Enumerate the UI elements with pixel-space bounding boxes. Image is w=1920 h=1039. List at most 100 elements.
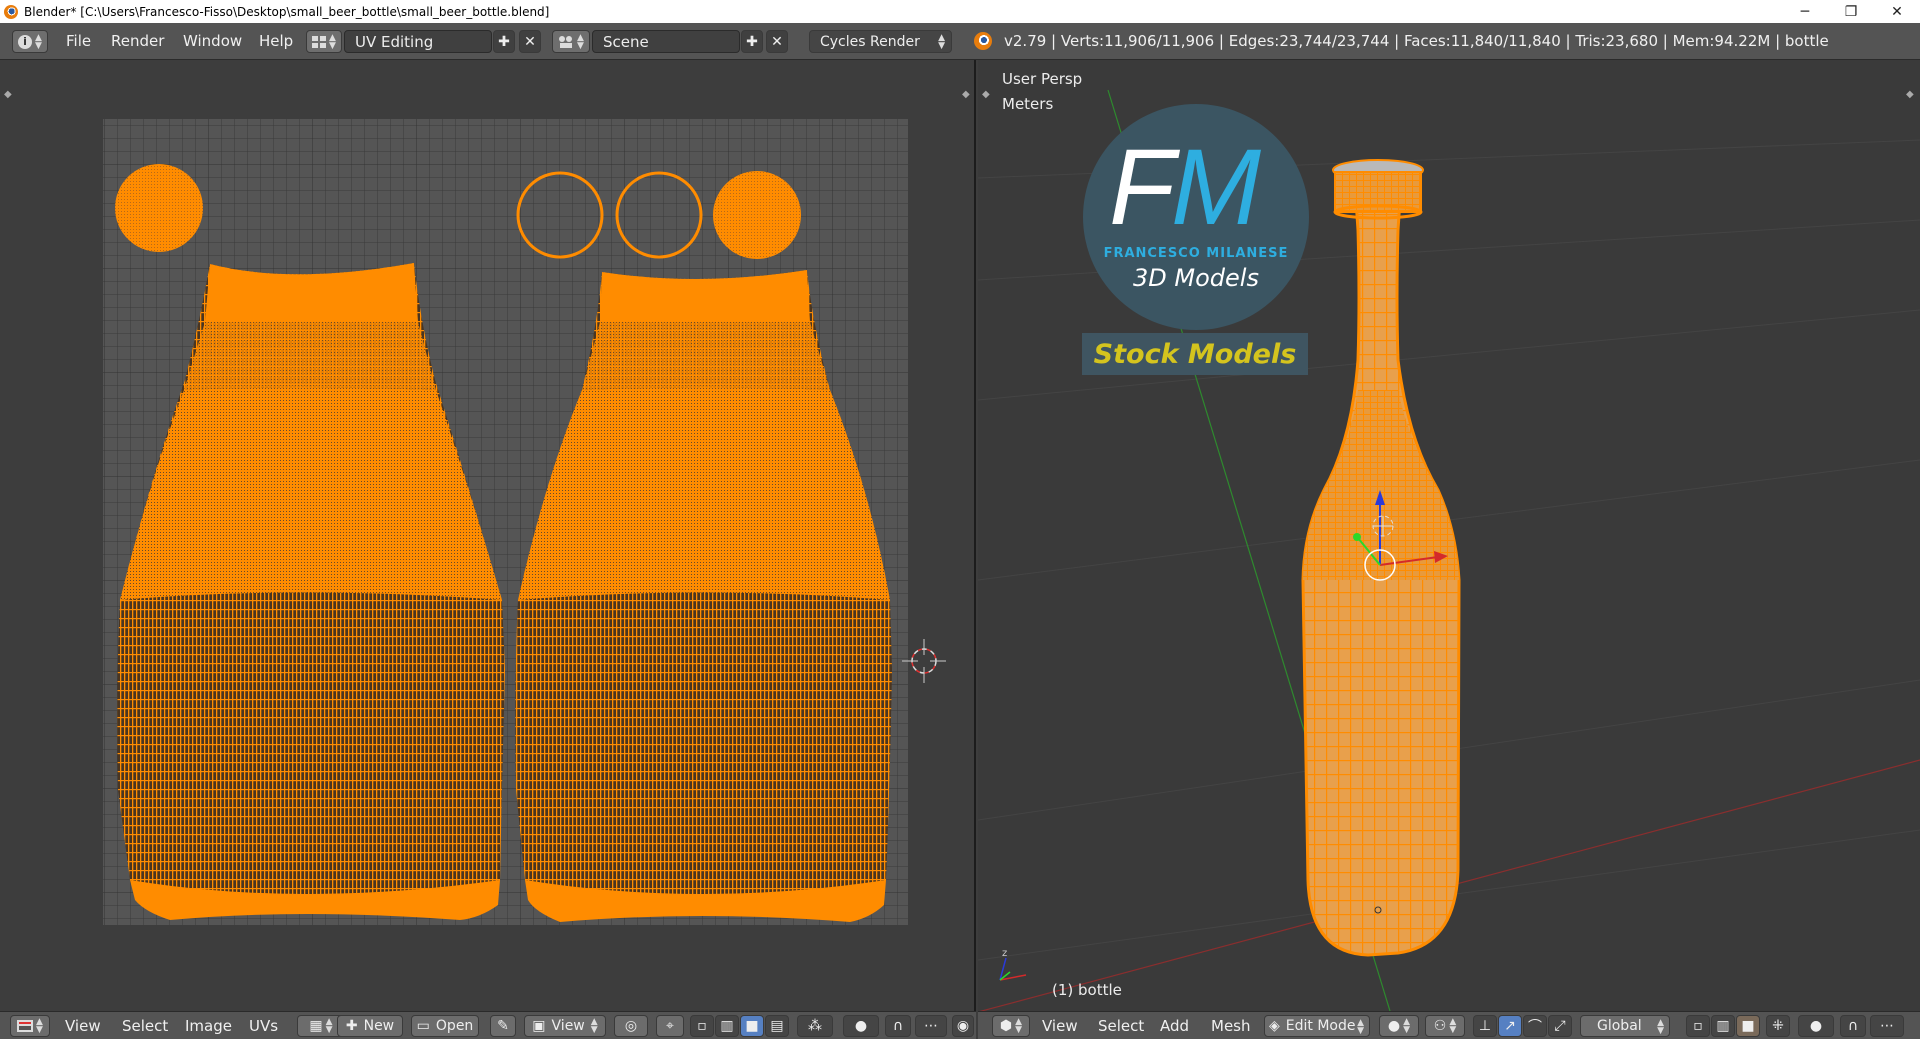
viewport-menu-add[interactable]: Add — [1160, 1017, 1189, 1035]
pivot-dropdown[interactable]: ◎ — [614, 1015, 648, 1037]
manipulator-toggle-button[interactable]: ⊥ — [1473, 1015, 1497, 1037]
rotate-icon: ⌒ — [1528, 1019, 1542, 1035]
fm-monogram-icon: FM — [1109, 126, 1261, 247]
proportional-edit-dropdown[interactable]: ● — [843, 1015, 879, 1037]
menu-window[interactable]: Window — [183, 32, 242, 50]
open-image-button[interactable]: ▭ Open — [411, 1015, 479, 1037]
panel-toggle-left-icon[interactable]: ◆ — [982, 89, 990, 100]
cube-icon: ⬢ — [999, 1018, 1013, 1034]
panel-toggle-left-icon[interactable]: ◆ — [4, 89, 12, 100]
render-engine-dropdown[interactable]: Cycles Render ▲ ▼ — [809, 30, 952, 53]
minimize-button[interactable]: ─ — [1782, 0, 1828, 23]
uv-menu-image[interactable]: Image — [185, 1017, 232, 1035]
plus-icon: ✚ — [498, 33, 510, 50]
2d-cursor-icon[interactable] — [902, 639, 946, 683]
vertex-select-icon: ▫ — [1693, 1018, 1703, 1034]
proportional-edit-dropdown-3d[interactable]: ● — [1798, 1015, 1834, 1037]
add-scene-button[interactable]: ✚ — [741, 30, 763, 53]
uv-view-mode-dropdown[interactable]: ▣ View ▲ ▼ — [524, 1015, 606, 1037]
viewport-menu-view[interactable]: View — [1042, 1017, 1078, 1035]
snap-button[interactable]: ∩ — [885, 1015, 911, 1037]
select-face-button[interactable]: ■ — [740, 1015, 764, 1037]
transform-orientation-dropdown[interactable]: Global ▲ ▼ — [1580, 1015, 1670, 1037]
viewport-header: ⬢ ▲ ▼ View Select Add Mesh ◈ Edit Mode ▲ ▼ … — [978, 1011, 1920, 1039]
new-image-button[interactable]: ✚ New — [337, 1015, 403, 1037]
close-button[interactable]: ✕ — [1874, 0, 1920, 23]
proportional-edit-icon: ● — [854, 1018, 868, 1034]
plus-icon: ✚ — [345, 1018, 358, 1034]
folder-icon: ▭ — [416, 1018, 430, 1034]
render-preview-button[interactable]: ◉ — [952, 1015, 974, 1037]
stock-models-banner: Stock Models — [1082, 333, 1308, 375]
uv-menu-view[interactable]: View — [65, 1017, 101, 1035]
scene-field[interactable]: Scene — [592, 30, 740, 53]
pin-button[interactable]: ✎ — [490, 1015, 516, 1037]
delete-scene-button[interactable]: ✕ — [766, 30, 788, 53]
translate-icon: ↗ — [1504, 1018, 1516, 1034]
view-mode-icon: ▣ — [532, 1018, 546, 1034]
solid-shading-icon: ● — [1387, 1018, 1401, 1034]
scene-icon — [559, 36, 573, 48]
vertex-select-icon: ▫ — [697, 1018, 707, 1034]
chevron-updown-icon: ▲ ▼ — [1015, 1017, 1023, 1035]
screen-layout-browse-button[interactable]: ▲ ▼ — [306, 30, 342, 53]
occlude-geometry-button[interactable]: ⁜ — [1766, 1015, 1790, 1037]
view-perspective-label: User Persp — [1002, 70, 1083, 88]
maximize-button[interactable]: ❐ — [1828, 0, 1874, 23]
transform-orientation-label: Global — [1597, 1018, 1642, 1034]
sticky-select-button[interactable]: ⌖ — [656, 1015, 684, 1037]
edge-select-icon: ▥ — [720, 1018, 734, 1034]
island-select-icon: ▤ — [770, 1018, 784, 1034]
chevron-updown-icon: ▲ ▼ — [1403, 1017, 1411, 1035]
uv-image-editor[interactable]: ◆ ◆ — [0, 60, 976, 1011]
scene-statistics: v2.79 | Verts:11,906/11,906 | Edges:23,7… — [1004, 32, 1829, 50]
edge-select-icon: ▥ — [1716, 1018, 1730, 1034]
menu-file[interactable]: File — [66, 32, 91, 50]
select-edge-button[interactable]: ▥ — [715, 1015, 739, 1037]
window-title-bar: Blender* [C:\Users\Francesco-Fisso\Deskt… — [0, 0, 1920, 23]
menu-help[interactable]: Help — [259, 32, 293, 50]
pivot-point-dropdown[interactable]: ⚇ ▲ ▼ — [1425, 1015, 1465, 1037]
scale-icon: ⤢ — [1554, 1018, 1566, 1034]
screen-layout-field[interactable]: UV Editing — [344, 30, 492, 53]
editor-type-3d-button[interactable]: ⬢ ▲ ▼ — [992, 1015, 1030, 1037]
sticky-mode-dropdown[interactable]: ⁂ — [797, 1015, 833, 1037]
rotate-manipulator-button[interactable]: ⌒ — [1523, 1015, 1547, 1037]
menu-render[interactable]: Render — [111, 32, 164, 50]
delete-layout-button[interactable]: ✕ — [519, 30, 541, 53]
translate-manipulator-button[interactable]: ↗ — [1498, 1015, 1522, 1037]
select-vertex-button[interactable]: ▫ — [690, 1015, 714, 1037]
select-edge-mode-button[interactable]: ▥ — [1711, 1015, 1735, 1037]
scale-manipulator-button[interactable]: ⤢ — [1548, 1015, 1572, 1037]
snap-target-dropdown[interactable]: ⋯ — [1870, 1015, 1904, 1037]
chevron-updown-icon: ▲ ▼ — [36, 1017, 43, 1035]
uv-canvas[interactable]: ◆ ◆ — [0, 60, 976, 1011]
editor-type-uv-button[interactable]: ▲ ▼ — [10, 1015, 50, 1037]
new-image-label: New — [363, 1018, 395, 1034]
viewport-menu-mesh[interactable]: Mesh — [1211, 1017, 1251, 1035]
blender-logo-icon — [4, 4, 18, 19]
uv-disk-cap[interactable] — [713, 171, 801, 259]
select-island-button[interactable]: ▤ — [765, 1015, 789, 1037]
uv-menu-uvs[interactable]: UVs — [249, 1017, 278, 1035]
snap-toggle-button[interactable]: ∩ — [1840, 1015, 1866, 1037]
select-vertex-mode-button[interactable]: ▫ — [1686, 1015, 1710, 1037]
panel-toggle-right-icon[interactable]: ◆ — [962, 89, 970, 100]
chevron-updown-icon: ▲ ▼ — [1657, 1018, 1664, 1036]
select-face-mode-button[interactable]: ■ — [1736, 1015, 1760, 1037]
pivot-icon: ⚇ — [1433, 1018, 1447, 1034]
shading-dropdown[interactable]: ● ▲ ▼ — [1379, 1015, 1419, 1037]
scene-browse-button[interactable]: ▲ ▼ — [552, 30, 590, 53]
uv-disk-bottom[interactable] — [115, 164, 203, 252]
viewport-menu-select[interactable]: Select — [1098, 1017, 1144, 1035]
snap-element-dropdown[interactable]: ⋯ — [915, 1015, 947, 1037]
add-layout-button[interactable]: ✚ — [493, 30, 515, 53]
snap-increment-icon: ⋯ — [924, 1018, 938, 1034]
editor-type-info-button[interactable]: i ▲ ▼ — [12, 30, 48, 53]
plus-icon: ✚ — [746, 33, 758, 50]
interaction-mode-dropdown[interactable]: ◈ Edit Mode ▲ ▼ — [1264, 1015, 1370, 1037]
pivot-icon: ◎ — [624, 1018, 638, 1034]
window-title: Blender* [C:\Users\Francesco-Fisso\Deskt… — [24, 4, 550, 19]
panel-toggle-right-icon[interactable]: ◆ — [1906, 89, 1914, 100]
uv-menu-select[interactable]: Select — [122, 1017, 168, 1035]
